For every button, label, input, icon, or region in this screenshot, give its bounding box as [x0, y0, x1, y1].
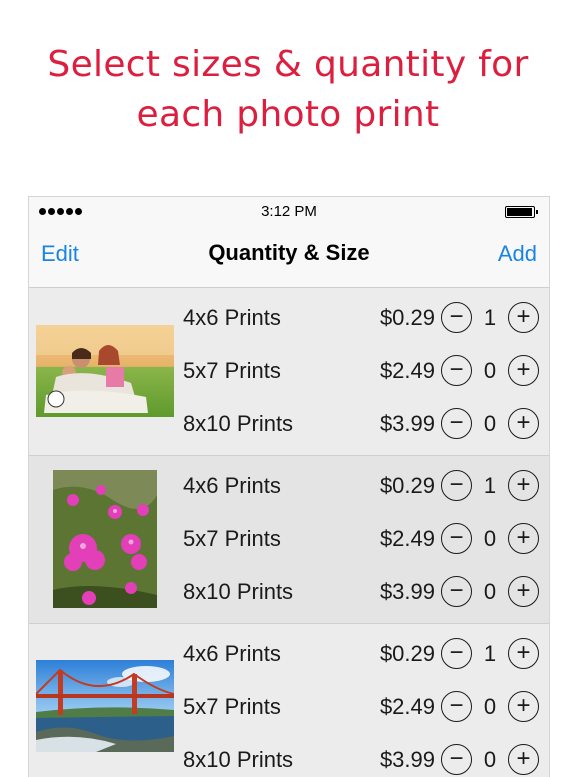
print-size-label: 8x10 Prints — [183, 747, 294, 772]
increment-button[interactable]: + — [508, 470, 539, 501]
battery-icon — [505, 206, 539, 218]
print-price: $2.49 — [379, 358, 435, 383]
increment-button[interactable]: + — [508, 523, 539, 554]
status-bar: 3:12 PM — [29, 197, 549, 227]
promo-headline-line-1: Select sizes & quantity for — [47, 44, 529, 85]
print-size-label: 4x6 Prints — [183, 305, 281, 330]
promo-headline: Select sizes & quantity for each photo p… — [0, 40, 576, 140]
decrement-button[interactable]: − — [441, 576, 472, 607]
increment-button[interactable]: + — [508, 576, 539, 607]
add-button[interactable]: Add — [498, 241, 537, 267]
decrement-button[interactable]: − — [441, 355, 472, 386]
decrement-button[interactable]: − — [441, 470, 472, 501]
increment-button[interactable]: + — [508, 744, 539, 775]
row-flowers-8x10: 8x10 Prints $3.99 − 0 + — [183, 569, 543, 619]
decrement-button[interactable]: − — [441, 523, 472, 554]
row-flowers-5x7: 5x7 Prints $2.49 − 0 + — [183, 516, 543, 566]
row-family-8x10: 8x10 Prints $3.99 − 0 + — [183, 401, 543, 451]
quantity-value: 1 — [483, 473, 497, 498]
print-price: $2.49 — [379, 526, 435, 551]
row-family-5x7: 5x7 Prints $2.49 − 0 + — [183, 348, 543, 398]
quantity-value: 1 — [483, 305, 497, 330]
status-time: 3:12 PM — [261, 203, 317, 220]
photo-group-golden-gate: 4x6 Prints $0.29 − 1 + 5x7 Prints $2.49 … — [29, 624, 549, 777]
photo-group-flowers: 4x6 Prints $0.29 − 1 + 5x7 Prints $2.49 … — [29, 456, 549, 624]
increment-button[interactable]: + — [508, 691, 539, 722]
print-price: $0.29 — [379, 641, 435, 666]
print-price: $2.49 — [379, 694, 435, 719]
row-golden-gate-4x6: 4x6 Prints $0.29 − 1 + — [183, 631, 543, 681]
print-size-label: 4x6 Prints — [183, 473, 281, 498]
quantity-value: 0 — [483, 579, 497, 604]
family-photo-thumbnail[interactable] — [36, 325, 174, 417]
print-size-label: 8x10 Prints — [183, 579, 294, 604]
print-size-label: 4x6 Prints — [183, 641, 281, 666]
increment-button[interactable]: + — [508, 355, 539, 386]
quantity-value: 0 — [483, 526, 497, 551]
increment-button[interactable]: + — [508, 408, 539, 439]
print-price: $3.99 — [379, 579, 435, 604]
quantity-value: 0 — [483, 694, 497, 719]
print-size-label: 5x7 Prints — [183, 358, 281, 383]
decrement-button[interactable]: − — [441, 408, 472, 439]
row-golden-gate-5x7: 5x7 Prints $2.49 − 0 + — [183, 684, 543, 734]
flowers-photo-thumbnail[interactable] — [53, 470, 157, 608]
page-title: Quantity & Size — [208, 240, 370, 265]
quantity-value: 0 — [483, 411, 497, 436]
decrement-button[interactable]: − — [441, 691, 472, 722]
increment-button[interactable]: + — [508, 302, 539, 333]
row-golden-gate-8x10: 8x10 Prints $3.99 − 0 + — [183, 737, 543, 777]
decrement-button[interactable]: − — [441, 744, 472, 775]
print-size-label: 8x10 Prints — [183, 411, 294, 436]
print-size-label: 5x7 Prints — [183, 526, 281, 551]
print-price: $3.99 — [379, 411, 435, 436]
quantity-value: 0 — [483, 358, 497, 383]
print-options-list: 4x6 Prints $0.29 − 1 + 5x7 Prints $2.49 … — [29, 288, 549, 777]
decrement-button[interactable]: − — [441, 302, 472, 333]
row-family-4x6: 4x6 Prints $0.29 − 1 + — [183, 295, 543, 345]
increment-button[interactable]: + — [508, 638, 539, 669]
photo-group-family: 4x6 Prints $0.29 − 1 + 5x7 Prints $2.49 … — [29, 288, 549, 456]
quantity-value: 0 — [483, 747, 497, 772]
row-flowers-4x6: 4x6 Prints $0.29 − 1 + — [183, 463, 543, 513]
navigation-bar: Edit Quantity & Size Add — [29, 227, 549, 288]
phone-screen: 3:12 PM Edit Quantity & Size Add 4x6 Pri… — [28, 196, 550, 777]
promo-headline-line-2: each photo print — [136, 94, 440, 135]
golden-gate-photo-thumbnail[interactable] — [36, 660, 174, 752]
print-price: $0.29 — [379, 305, 435, 330]
quantity-value: 1 — [483, 641, 497, 666]
decrement-button[interactable]: − — [441, 638, 472, 669]
print-price: $3.99 — [379, 747, 435, 772]
print-price: $0.29 — [379, 473, 435, 498]
print-size-label: 5x7 Prints — [183, 694, 281, 719]
